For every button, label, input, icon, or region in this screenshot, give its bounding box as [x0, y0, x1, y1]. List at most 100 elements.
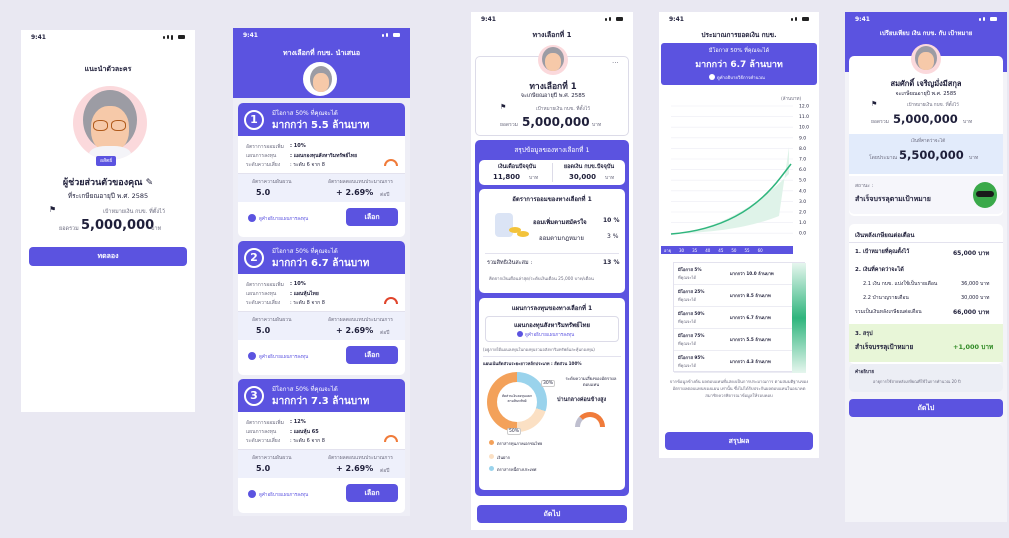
y-tick: 8.0	[799, 146, 806, 152]
edit-icon[interactable]: ✎	[146, 178, 154, 188]
legend-item-2: เงินฝาก	[497, 455, 511, 460]
x-tick: 30	[679, 247, 685, 253]
risk-gauge-icon	[384, 297, 398, 304]
value-return-unit: ต่อปี	[380, 330, 390, 336]
avatar	[303, 62, 337, 96]
screen-option-detail: 9:41 ทางเลือกที่ 1 ··· ทางเลือกที่ 1 จะเ…	[471, 12, 633, 530]
value-save-rate: : 12%	[290, 419, 306, 425]
status-time: 9:41	[855, 15, 870, 23]
total-label: ยอดรวม	[59, 226, 79, 232]
disclaimer: จากข้อมูลข้างต้น ผลตอบแทนที่แสดงเป็นการป…	[669, 379, 809, 398]
compare-header: เปรียบเทียบ เงิน กบข. กับ เป้าหมาย	[879, 30, 973, 37]
signal-icon	[605, 17, 623, 21]
flag-icon: ⚑	[500, 103, 507, 111]
x-tick: 45	[718, 247, 724, 253]
status-time: 9:41	[31, 33, 46, 41]
option-amount: มากกว่า 6.7 ล้านบาท	[272, 258, 370, 269]
option-card-2: 2 มีโอกาส 50% ที่คุณจะได้ มากกว่า 6.7 ล้…	[238, 241, 405, 375]
row-sub: ที่คุณจะได้	[678, 363, 697, 368]
x-tick: 55	[744, 247, 750, 253]
select-option-1-button[interactable]: เลือก	[346, 208, 398, 226]
retire-year: จะเกษียณอายุปี พ.ศ. 2585	[520, 93, 586, 99]
donut-pct-50: 50%	[507, 428, 522, 435]
expected-label: 2. เงินที่คาดว่าจะได้	[855, 267, 904, 273]
salary-card: เงินเดือนปัจจุบัน 11,800 บาท ยอดเงิน กบข…	[479, 160, 625, 185]
value-risk: : ระดับ 6 จาก 8	[290, 438, 325, 444]
label-return: อัตราผลตอบแทนประมาณการ	[328, 317, 393, 323]
summary-button[interactable]: สรุปผล	[665, 432, 813, 450]
plan-info-link[interactable]: ดูคำอธิบายแผนการลงทุน	[259, 353, 308, 360]
option-amount: มากกว่า 7.3 ล้านบาท	[272, 396, 370, 407]
next-button[interactable]: ถัดไป	[849, 399, 1003, 417]
plan-info-link[interactable]: ดูคำอธิบายแผนการลงทุน	[259, 491, 308, 498]
retire-year: ที่ระเกษียณอายุปี พ.ศ. 2585	[67, 192, 149, 200]
legend-item-3: ตราสารหนี้ต่างประเทศ	[497, 467, 537, 472]
save-rate-card: อัตราการออมของทางเลือกที่ 1 ออมเพิ่มตามส…	[479, 189, 625, 293]
row-sub: ที่คุณจะได้	[678, 297, 697, 302]
pension-value: 30,000 บาท	[961, 295, 990, 301]
footnote-title: คำอธิบาย	[855, 370, 875, 375]
risk-gauge-icon	[575, 412, 605, 427]
chart-unit-label: (ล้านบาท)	[781, 96, 801, 102]
option-card-3: 3 มีโอกาส 50% ที่คุณจะได้ มากกว่า 7.3 ล้…	[238, 379, 405, 513]
value-volatility: 5.0	[256, 464, 271, 473]
goal-amount: 5,000,000	[81, 218, 155, 233]
label-save-rate: อัตราการออมเพิ่ม	[246, 282, 284, 288]
estimate-label: เงินที่คาดว่าจะได้	[911, 139, 946, 144]
x-tick: 50	[731, 247, 737, 253]
value-plan: : แผนหุ้นไทย	[290, 291, 319, 297]
plan-info-link[interactable]: ดูคำอธิบายแผนการลงทุน	[259, 215, 308, 222]
assistant-name: ผู้ช่วยส่วนตัวของคุณ ✎	[21, 175, 195, 189]
options-title: ทางเลือกที่ กบข. นำเสนอ	[282, 49, 361, 57]
select-option-3-button[interactable]: เลือก	[346, 484, 398, 502]
label-plan: แผนการลงทุน	[246, 153, 277, 159]
value-return-unit: ต่อปี	[380, 468, 390, 474]
label-save-rate: อัตราการออมเพิ่ม	[246, 420, 284, 426]
voluntary-rate-label: ออมเพิ่มตามสมัครใจ	[533, 219, 587, 226]
next-button[interactable]: ถัดไป	[477, 505, 627, 523]
value-risk: : ระดับ 8 จาก 8	[290, 300, 325, 306]
label-volatility: อัตราความผันผวน	[252, 317, 292, 323]
estimate-amount: 5,500,000	[899, 148, 964, 162]
status-value: สำเร็จบรรลุตามเป้าหมาย	[855, 195, 931, 203]
select-option-2-button[interactable]: เลือก	[346, 346, 398, 364]
goal-label: เป้าหมายเงิน กบข. ที่ตั้งไว้	[907, 103, 959, 108]
y-tick: 2.0	[799, 210, 806, 216]
forecast-amount: มากกว่า 6.7 ล้านบาท	[695, 60, 783, 70]
row-value: มากกว่า 4.3 ล้านบาท	[730, 359, 771, 364]
flag-icon: ⚑	[871, 100, 878, 108]
value-save-rate: : 10%	[290, 281, 306, 287]
monthly-title: เงินหลังเกษียณต่อเดือน	[855, 232, 915, 239]
label-plan: แผนการลงทุน	[246, 429, 277, 435]
value-return: + 2.69%	[336, 326, 374, 335]
forecast-header: ประมาณการยอดเงิน กบข.	[701, 31, 777, 39]
y-tick: 4.0	[799, 188, 806, 194]
y-tick: 5.0	[799, 178, 806, 184]
x-tick: 35	[692, 247, 698, 253]
value-plan: : แผนหุ้น 65	[290, 429, 319, 435]
calc-info-link[interactable]: ดูคำอธิบายวิธีการคำนวณ	[717, 74, 765, 81]
info-icon	[248, 214, 256, 222]
info-icon	[248, 490, 256, 498]
plan-info-link[interactable]: ดูคำอธิบายแผนการลงทุน	[525, 331, 574, 338]
more-icon[interactable]: ···	[612, 59, 619, 67]
allocation-title: แผนเน้นสัดส่วนระยะยาวหลักประเภท : สัดส่ว…	[483, 361, 582, 366]
goal-monthly-label: 1. เป้าหมายที่คุณตั้งไว้	[855, 249, 910, 255]
legend-dot-1	[489, 440, 494, 445]
status-bar: 9:41	[659, 12, 819, 26]
try-button[interactable]: ทดลอง	[29, 247, 187, 266]
value-plan: : แผนกองทุนสังหาริมทรัพย์ไทย	[290, 153, 358, 159]
label-return: อัตราผลตอบแทนประมาณการ	[328, 455, 393, 461]
status-bar: 9:41	[233, 28, 410, 42]
coins-icon	[489, 211, 531, 241]
plan-card: แผนการลงทุนของทางเลือกที่ 1 แผนกองทุนสัง…	[479, 298, 625, 490]
option-number: 2	[244, 248, 264, 268]
option-amount: มากกว่า 5.5 ล้านบาท	[272, 120, 370, 131]
profile-card: ··· ทางเลือกที่ 1 จะเกษียณอายุปี พ.ศ. 25…	[475, 45, 629, 136]
total-monthly-value: 66,000 บาท	[953, 309, 990, 316]
info-icon	[709, 74, 715, 80]
value-return-unit: ต่อปี	[380, 192, 390, 198]
salary-unit: บาท	[529, 175, 539, 181]
plan-title: แผนการลงทุนของทางเลือกที่ 1	[511, 305, 593, 312]
avatar	[73, 86, 147, 160]
